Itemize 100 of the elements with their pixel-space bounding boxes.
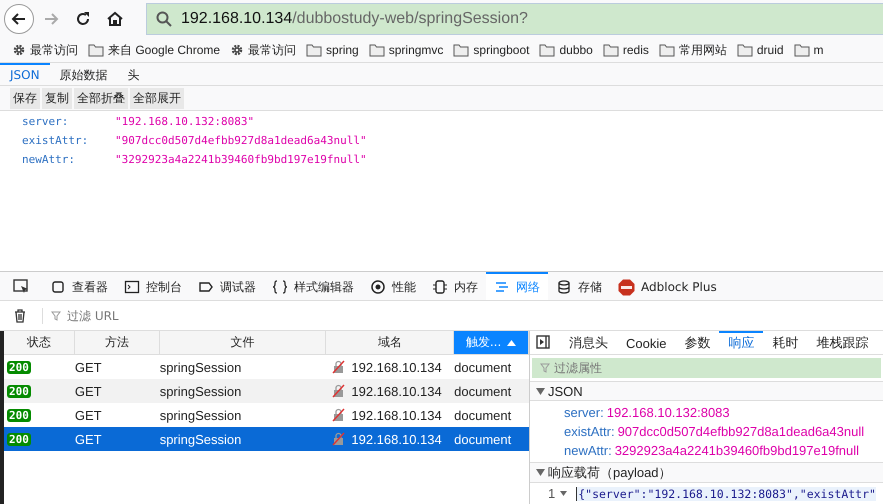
bookmark[interactable]: 最常访问 (230, 42, 296, 58)
request-row[interactable]: 200 GET springSession 192.168.10.134 document (4, 427, 529, 451)
filter-field[interactable]: 过滤 URL (65, 308, 269, 324)
bookmark[interactable]: 最常访问 (12, 42, 78, 58)
table-cell-text: document (454, 432, 512, 446)
back-button[interactable] (4, 4, 34, 34)
status-badge: 200 (7, 384, 31, 398)
table-cell: 192.168.10.134 (351, 408, 442, 422)
viewer-tab[interactable]: 头 (118, 63, 150, 85)
expand-arrow-icon[interactable] (536, 388, 545, 395)
folder-icon (453, 44, 470, 56)
bookmark[interactable]: springboot (453, 43, 530, 57)
bookmark[interactable]: spring (306, 43, 359, 57)
table-cell-text: GET (74, 384, 103, 398)
line-number: 1 (548, 486, 556, 502)
section-title: JSON (548, 384, 583, 399)
expand-arrow-icon[interactable] (536, 469, 545, 476)
request-row[interactable]: 200 GET springSession 192.168.10.134 document (4, 355, 529, 379)
folder-icon (539, 44, 556, 56)
json-key: server: (564, 405, 604, 420)
gear-icon (230, 43, 244, 57)
table-cell-text: springSession (160, 432, 242, 446)
url-host: 192.168.10.134 (181, 10, 292, 27)
element-picker-icon[interactable] (12, 277, 30, 295)
table-cell-text: GET (74, 432, 103, 446)
column-header[interactable]: 方法 (74, 331, 160, 354)
folder-icon (602, 44, 619, 56)
folder-icon (658, 44, 675, 56)
table-cell-text: springSession (160, 384, 242, 398)
json-value: 192.168.10.132:8083 (606, 405, 730, 420)
folder-icon (88, 44, 104, 56)
url-path: /dubbostudy-web/springSession? (292, 10, 528, 27)
devtools-tab[interactable]: 网络 (486, 272, 548, 300)
insecure-lock-icon (332, 360, 346, 374)
insecure-lock-icon (332, 384, 346, 398)
status-badge: 200 (7, 432, 31, 446)
chip-icon (432, 279, 448, 295)
table-cell-text: springSession (160, 360, 242, 374)
viewer-tab[interactable]: 原始数据 (50, 63, 118, 85)
json-key: existAttr: (22, 134, 115, 153)
braces-icon (272, 279, 288, 295)
table-cell: 192.168.10.134 (351, 384, 442, 398)
bookmark[interactable]: 来自 Google Chrome (88, 42, 220, 58)
table-cell-text: document (454, 384, 512, 398)
details-tab[interactable]: 消息头 (560, 331, 617, 354)
address-field[interactable]: 192.168.10.134/dubbostudy-web/springSession? (146, 3, 883, 35)
search-icon (155, 10, 173, 28)
request-row[interactable]: 200 GET springSession 192.168.10.134 document (4, 379, 529, 403)
details-tab[interactable]: 参数 (675, 331, 720, 354)
gear-icon (12, 43, 26, 57)
table-cell-text: springSession (160, 408, 242, 422)
reload-icon (74, 10, 92, 28)
devtools-tab[interactable]: 控制台 (116, 272, 190, 300)
bookmark[interactable]: druid (736, 43, 784, 57)
details-tab[interactable]: 堆栈跟踪 (807, 331, 878, 354)
request-row[interactable]: 200 GET springSession 192.168.10.134 document (4, 403, 529, 427)
bookmark[interactable]: 常用网站 (658, 42, 727, 58)
json-value: "907dcc0d507d4efbb927d8a1dead6a43null" (115, 134, 367, 149)
filter-field[interactable]: 过滤属性 (532, 358, 881, 378)
panel-toggle-icon[interactable] (536, 335, 550, 350)
home-icon (106, 10, 124, 28)
toolbar-button[interactable]: 全部展开 (130, 88, 184, 108)
table-cell-text: GET (74, 360, 103, 374)
devtools-tab[interactable]: Adblock Plus (610, 272, 725, 300)
sort-arrow-icon (507, 340, 516, 346)
fold-arrow-icon[interactable] (560, 491, 568, 496)
column-header[interactable]: 触发... (454, 331, 529, 354)
bookmark[interactable]: redis (602, 43, 649, 57)
devtools-tab[interactable]: 查看器 (42, 272, 116, 300)
toolbar-button[interactable]: 复制 (42, 88, 72, 108)
status-badge: 200 (7, 408, 31, 422)
devtools-tab[interactable]: 性能 (362, 272, 424, 300)
json-value: 3292923a4a2241b39460fb9bd197e19fnull (614, 443, 860, 458)
filter-icon (51, 310, 61, 320)
json-key: newAttr: (564, 443, 612, 458)
details-tab[interactable]: Cookie (617, 331, 676, 354)
toolbar-button[interactable]: 保存 (10, 88, 40, 108)
devtools-tab[interactable]: 存储 (548, 272, 610, 300)
toolbar-button[interactable]: 全部折叠 (74, 88, 128, 108)
devtools-tab[interactable]: 内存 (424, 272, 486, 300)
folder-icon (306, 44, 322, 56)
column-header[interactable]: 状态 (4, 331, 75, 354)
folder-icon (736, 44, 753, 56)
gauge-icon (370, 279, 386, 295)
table-cell: 192.168.10.134 (351, 432, 442, 446)
column-header[interactable]: 文件 (160, 331, 326, 354)
trash-icon[interactable] (12, 308, 28, 324)
bookmark[interactable]: m (794, 43, 824, 57)
details-tab[interactable]: 响应 (719, 331, 764, 354)
folder-icon (368, 44, 385, 56)
devtools-tab[interactable]: 样式编辑器 (264, 272, 362, 300)
console-icon (124, 279, 140, 295)
bookmark[interactable]: dubbo (539, 43, 593, 57)
database-icon (556, 279, 572, 295)
table-cell-text: GET (74, 408, 103, 422)
json-value: "192.168.10.132:8083" (115, 115, 254, 130)
devtools-tab[interactable]: 调试器 (190, 272, 264, 300)
bookmark[interactable]: springmvc (368, 43, 444, 57)
details-tab[interactable]: 耗时 (763, 331, 808, 354)
json-key: newAttr: (22, 153, 115, 172)
